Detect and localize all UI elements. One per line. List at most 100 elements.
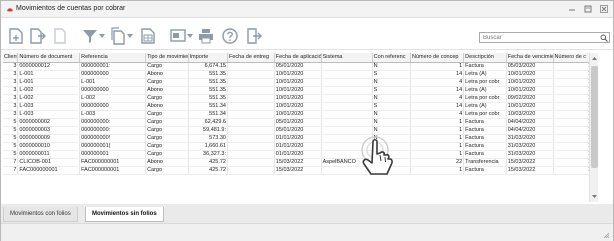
table-cell: Abono: [145, 102, 189, 111]
table-cell: 01/01/2020: [274, 142, 322, 151]
tab-movimientos-sin-folios[interactable]: Movimientos sin folios: [85, 207, 164, 222]
print-button[interactable]: [197, 27, 215, 45]
table-cell: L-002: [17, 86, 81, 95]
table-cell: [321, 70, 373, 79]
table-cell: [227, 94, 275, 103]
resize-grip-icon[interactable]: [602, 231, 610, 239]
spreadsheet-button[interactable]: [139, 27, 157, 45]
search-icon[interactable]: [600, 34, 608, 42]
help-icon: [222, 28, 238, 44]
table-cell: [321, 94, 373, 103]
table-cell: 6,674.15: [188, 62, 228, 71]
table-cell: N: [372, 78, 411, 87]
document-button[interactable]: [51, 27, 69, 45]
table-row[interactable]: 7 CLICOB-001 FAC000000001 Abono 425.72 15/03/…: [3, 158, 594, 167]
table-row[interactable]: 3 L-003 000000000 Abono 551.34 10/01/2020 S 14 L…: [3, 102, 594, 111]
table-cell: [227, 158, 275, 167]
table-row[interactable]: 5 0000000009 000000000! Cargo 573.30 01/01/20…: [3, 134, 594, 143]
table-cell: 5: [3, 118, 19, 127]
table-row[interactable]: 5 0000000010 000000001(Cargo 1,660.61 01/01/…: [3, 142, 594, 151]
scrollbar-thumb[interactable]: [591, 66, 598, 168]
column-header[interactable]: Importe: [188, 53, 228, 63]
scroll-up-icon[interactable]: [591, 55, 598, 62]
table-cell: CLICOB-001: [17, 158, 81, 167]
tab-movimientos-con-folios[interactable]: Movimientos con folios: [3, 207, 78, 222]
status-bar: [1, 223, 613, 241]
column-header[interactable]: Referencia: [79, 53, 147, 63]
column-header[interactable]: Número de c: [553, 53, 594, 63]
column-header[interactable]: Tipo de movimient: [145, 53, 189, 63]
table-cell: N: [372, 118, 411, 127]
search-input[interactable]: [480, 33, 598, 42]
table-cell: 1: [410, 142, 465, 151]
table-cell: [321, 62, 373, 71]
table-cell: 3: [3, 62, 19, 71]
table-cell: 0000000011: [17, 150, 81, 159]
table-cell: Letra (A): [463, 86, 507, 95]
exit-button[interactable]: [245, 27, 263, 45]
column-header[interactable]: Número de concep: [410, 53, 465, 63]
table-row[interactable]: 3 L-002 000000000 Abono 551.35 10/01/2020 S 14 L…: [3, 86, 594, 95]
table-cell: L-001: [17, 78, 81, 87]
new-document-button[interactable]: [7, 27, 25, 45]
table-cell: 3: [3, 70, 19, 79]
vertical-scrollbar[interactable]: [589, 53, 598, 202]
column-header[interactable]: Fecha de entreg: [227, 53, 275, 63]
table-cell: 10/01/2020: [274, 78, 322, 87]
minimize-icon: [569, 9, 575, 11]
table-cell: 05/03/2020: [506, 62, 554, 71]
table-cell: FAC000000001: [79, 158, 147, 167]
column-header[interactable]: Número de document: [17, 53, 81, 63]
table-cell: 10/01/2020: [274, 94, 322, 103]
chevron-down-icon[interactable]: [187, 33, 193, 39]
table-cell: 01/01/2020: [274, 150, 322, 159]
maximize-button[interactable]: [583, 4, 593, 14]
table-row[interactable]: 5 0000000002 000000000: Cargo 62,429.6 05/01/…: [3, 118, 594, 127]
table-cell: 425.72: [188, 166, 228, 175]
table-row[interactable]: 3 L-001 L-001 Cargo 551.35 10/01/2020 N 4 Letra …: [3, 78, 594, 87]
table-cell: 62,429.6: [188, 118, 228, 127]
table-cell: 0000000009: [17, 134, 81, 143]
preview-button[interactable]: [169, 27, 187, 45]
app-icon: [6, 8, 14, 12]
table-header: ClienteNúmero de documentReferenciaTipo …: [3, 53, 594, 63]
table-cell: Factura: [463, 134, 507, 143]
table-row[interactable]: 7 FAC000000001 FAC000000001 Cargo 425.72 15/0…: [3, 166, 594, 175]
help-button[interactable]: [221, 27, 239, 45]
table-cell: 551.35: [188, 94, 228, 103]
table-cell: 425.72: [188, 158, 228, 167]
table-row[interactable]: 5 0000000011 000000001 Cargo 36,327.3: 01/01/…: [3, 150, 594, 159]
table-row[interactable]: 3 L-003 L-003 Cargo 551.34 10/01/2020 N 4 Letra …: [3, 110, 594, 119]
filter-button[interactable]: [81, 27, 99, 45]
column-header[interactable]: Fecha de aplicació: [274, 53, 322, 63]
column-header[interactable]: Sistema: [321, 53, 373, 63]
table-cell: 1: [410, 150, 465, 159]
close-button[interactable]: [599, 4, 609, 14]
send-document-button[interactable]: [29, 27, 47, 45]
column-header[interactable]: Descripción: [463, 53, 507, 63]
table-cell: Cargo: [145, 150, 189, 159]
chevron-down-icon[interactable]: [99, 33, 105, 39]
search-box[interactable]: [479, 32, 610, 43]
column-header[interactable]: Fecha de vencimier: [506, 53, 554, 63]
table-row[interactable]: 5 0000000003 000000000: Cargo 59,481.9: 05/01…: [3, 126, 594, 135]
table-row[interactable]: 3 0000000012 000000001: Cargo 6,674.15 05/01/…: [3, 62, 594, 71]
table-cell: 000000000: [79, 86, 147, 95]
copy-button[interactable]: [109, 27, 127, 45]
table-row[interactable]: 3 L-002 L-002 Cargo 551.35 10/01/2020 N 4 Letra …: [3, 94, 594, 103]
scroll-down-icon[interactable]: [591, 193, 598, 200]
table-cell: [227, 78, 275, 87]
document-icon: [54, 28, 66, 44]
minimize-button[interactable]: [567, 4, 577, 14]
table-cell: 3: [3, 86, 19, 95]
new-document-icon: [9, 28, 23, 44]
column-header[interactable]: Cliente: [3, 53, 19, 63]
table-cell: 10/01/2020: [274, 70, 322, 79]
table-cell: 5: [3, 126, 19, 135]
table-cell: [227, 86, 275, 95]
chevron-down-icon[interactable]: [127, 33, 133, 39]
table-cell: 01/01/2020: [274, 134, 322, 143]
table-row[interactable]: 3 L-001 000000000 Abono 551.35 10/01/2020 S 14 L…: [3, 70, 594, 79]
column-header[interactable]: Con referenc: [372, 53, 411, 63]
table-cell: Letra (A): [463, 102, 507, 111]
